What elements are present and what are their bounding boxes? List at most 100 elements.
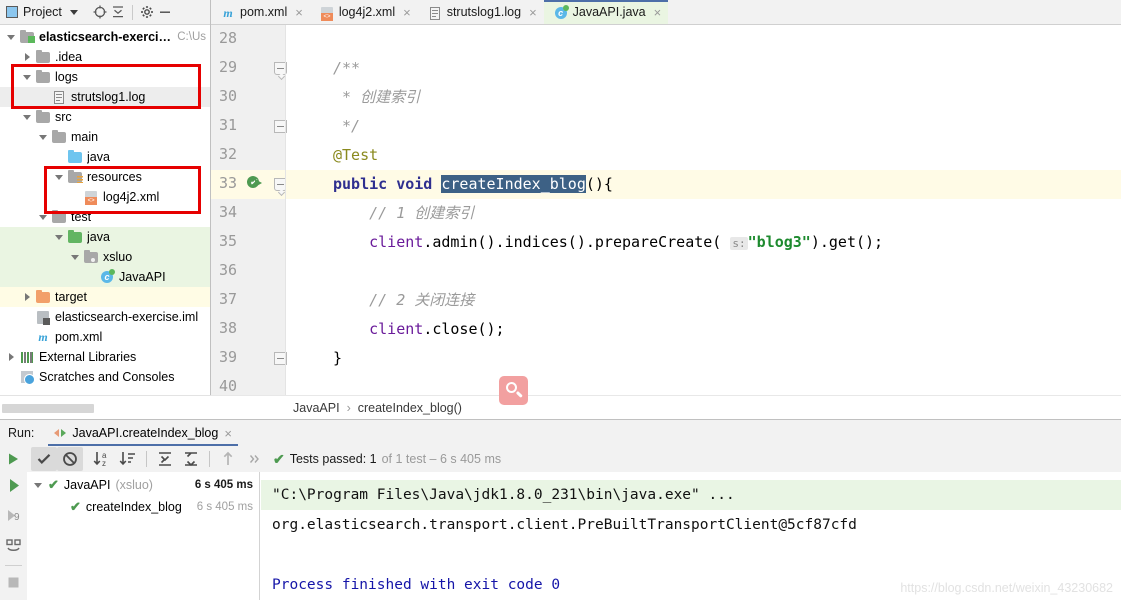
code-line-34[interactable]: // 1 创建索引: [286, 199, 1121, 228]
gutter-line-29[interactable]: 29: [211, 54, 287, 83]
rerun-icon[interactable]: [0, 447, 26, 471]
tree-item-log4j2-xml[interactable]: log4j2.xml: [0, 187, 210, 207]
close-icon[interactable]: ×: [224, 426, 232, 441]
breadcrumb-method[interactable]: createIndex_blog(): [358, 401, 462, 415]
tree-item-elasticsearch-exercise[interactable]: elasticsearch-exercise C:\Us: [0, 27, 210, 47]
close-icon[interactable]: ×: [529, 6, 537, 19]
editor-tab-pom-xml[interactable]: m pom.xml ×: [211, 0, 310, 24]
code-text-area[interactable]: /** * 创建索引 */ @Test public void createInde…: [286, 25, 1121, 419]
collapse-all-icon[interactable]: [110, 4, 126, 20]
tree-item-strutslog1-log[interactable]: strutslog1.log: [0, 87, 210, 107]
stop-icon[interactable]: [0, 577, 27, 599]
code-line-37[interactable]: // 2 关闭连接: [286, 286, 1121, 315]
code-line-28[interactable]: [286, 25, 1121, 54]
gutter-line-35[interactable]: 35: [211, 228, 286, 257]
chevron-right-icon[interactable]: [6, 352, 17, 363]
locate-icon[interactable]: [92, 4, 108, 20]
run-label: Run:: [8, 426, 35, 440]
code-line-36[interactable]: [286, 257, 1121, 286]
chevron-down-icon[interactable]: [69, 9, 78, 15]
code-line-33[interactable]: public void createIndex_blog(){: [286, 170, 1121, 199]
tree-item-src[interactable]: src: [0, 107, 210, 127]
tree-item-test[interactable]: test: [0, 207, 210, 227]
gutter-line-36[interactable]: 36: [211, 257, 286, 286]
chevron-down-icon[interactable]: [6, 32, 17, 43]
project-title-button[interactable]: Project: [6, 5, 78, 19]
chevron-right-icon[interactable]: [22, 52, 33, 63]
editor-tab-strutslog1-log[interactable]: strutslog1.log ×: [418, 0, 544, 24]
editor-tab-javaapi-java[interactable]: c JavaAPI.java ×: [543, 0, 669, 24]
chevron-down-icon[interactable]: [38, 132, 49, 143]
search-icon[interactable]: [499, 376, 528, 405]
project-file-tree[interactable]: elasticsearch-exercise C:\Us .idea logs stru…: [0, 25, 210, 395]
sort-by-duration-icon[interactable]: [115, 447, 141, 471]
gutter-line-30[interactable]: 30: [211, 83, 286, 112]
show-passed-toggle[interactable]: [31, 447, 57, 471]
project-horizontal-scrollbar[interactable]: [0, 395, 211, 419]
tree-item-resources[interactable]: resources: [0, 167, 210, 187]
code-line-35[interactable]: client.admin().indices().prepareCreate( …: [286, 228, 1121, 257]
chevron-down-icon[interactable]: [70, 252, 81, 263]
gutter-line-32[interactable]: 32: [211, 141, 286, 170]
close-icon[interactable]: ×: [654, 6, 662, 19]
tree-item-javaapi[interactable]: c JavaAPI: [0, 267, 210, 287]
ignore-disabled-icon[interactable]: [57, 447, 83, 471]
close-icon[interactable]: ×: [295, 6, 303, 19]
rerun-failed-icon[interactable]: 9: [0, 510, 27, 532]
code-editor[interactable]: 28 29 30 31 32 33 ✔ 34 35 36 37 38 39 40 /** * 创建索引 *…: [211, 25, 1121, 419]
editor-tab-log4j2-xml[interactable]: log4j2.xml ×: [310, 0, 418, 24]
code-line-31[interactable]: */: [286, 112, 1121, 141]
gutter-line-31[interactable]: 31: [211, 112, 287, 141]
tree-item--idea[interactable]: .idea: [0, 47, 210, 67]
code-line-30[interactable]: * 创建索引: [286, 83, 1121, 112]
method-name-selected[interactable]: createIndex_blog: [441, 175, 586, 193]
tree-item-external-libraries[interactable]: External Libraries: [0, 347, 210, 367]
chevron-down-icon[interactable]: [33, 480, 44, 491]
chevron-right-icon[interactable]: [22, 292, 33, 303]
code-line-39[interactable]: }: [286, 344, 1121, 373]
settings-gear-icon[interactable]: [139, 4, 155, 20]
tree-item-xsluo[interactable]: xsluo: [0, 247, 210, 267]
editor-gutter[interactable]: 28 29 30 31 32 33 ✔ 34 35 36 37 38 39 40: [211, 25, 287, 419]
tree-item-logs[interactable]: logs: [0, 67, 210, 87]
test-results-tree[interactable]: ✔ JavaAPI (xsluo) 6 s 405 ms ✔ createIndex_bl…: [27, 472, 260, 600]
rerun-green-icon[interactable]: [0, 479, 27, 502]
gutter-line-33[interactable]: 33 ✔: [211, 170, 287, 199]
test-tree-row[interactable]: ✔ JavaAPI (xsluo) 6 s 405 ms: [27, 474, 259, 496]
tree-item-target[interactable]: target: [0, 287, 210, 307]
gutter-line-39[interactable]: 39: [211, 344, 287, 373]
run-test-gutter-icon[interactable]: ✔: [247, 176, 262, 191]
code-line-32[interactable]: @Test: [286, 141, 1121, 170]
expand-all-icon[interactable]: [152, 447, 178, 471]
toggle-auto-test-icon[interactable]: [0, 539, 27, 562]
gutter-line-37[interactable]: 37: [211, 286, 286, 315]
chevron-down-icon[interactable]: [38, 212, 49, 223]
test-tree-row[interactable]: ✔ createIndex_blog 6 s 405 ms: [27, 496, 259, 518]
collapse-all-icon[interactable]: [178, 447, 204, 471]
sort-alphabetically-icon[interactable]: az: [89, 447, 115, 471]
gutter-line-34[interactable]: 34: [211, 199, 286, 228]
tree-item-main[interactable]: main: [0, 127, 210, 147]
run-configuration-tab[interactable]: JavaAPI.createIndex_blog ×: [48, 420, 238, 446]
breadcrumb[interactable]: JavaAPI › createIndex_blog(): [211, 376, 1121, 419]
tree-item-java[interactable]: java: [0, 227, 210, 247]
gutter-line-28[interactable]: 28: [211, 25, 286, 54]
breadcrumb-class[interactable]: JavaAPI: [293, 401, 340, 415]
run-toolbar: az ✔ Tests passed: 1 of 1 test – 6 s 405…: [0, 446, 1121, 472]
tree-item-scratches-and-consoles[interactable]: Scratches and Consoles: [0, 367, 210, 387]
tree-item-java[interactable]: java: [0, 147, 210, 167]
chevron-down-icon[interactable]: [54, 232, 65, 243]
tree-item-pom-xml[interactable]: m pom.xml: [0, 327, 210, 347]
gutter-line-38[interactable]: 38: [211, 315, 286, 344]
hide-icon[interactable]: [157, 4, 173, 20]
scrollbar-thumb[interactable]: [2, 404, 94, 413]
close-icon[interactable]: ×: [403, 6, 411, 19]
more-icon[interactable]: [241, 447, 267, 471]
chevron-down-icon[interactable]: [22, 72, 33, 83]
code-line-29[interactable]: /**: [286, 54, 1121, 83]
chevron-down-icon[interactable]: [54, 172, 65, 183]
tree-item-elasticsearch-exercise-iml[interactable]: elasticsearch-exercise.iml: [0, 307, 210, 327]
code-line-38[interactable]: client.close();: [286, 315, 1121, 344]
prev-occurrence-icon[interactable]: [215, 447, 241, 471]
chevron-down-icon[interactable]: [22, 112, 33, 123]
